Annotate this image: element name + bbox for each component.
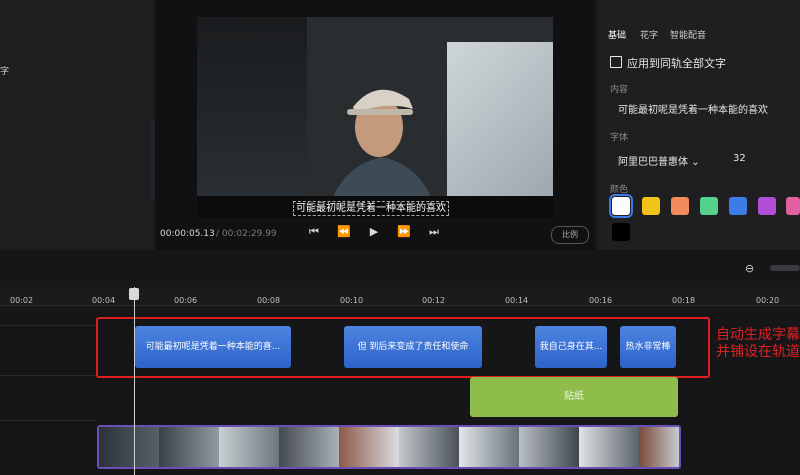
- zoom-slider[interactable]: [770, 265, 800, 271]
- person-image: [327, 89, 437, 217]
- track-divider: [0, 375, 97, 376]
- color-swatch-yellow[interactable]: [642, 197, 660, 215]
- content-label: 内容: [610, 85, 629, 95]
- color-swatch-blue[interactable]: [729, 197, 747, 215]
- tab-fancy-text[interactable]: 花字: [640, 28, 658, 41]
- video-thumbnail: [279, 427, 339, 467]
- video-thumbnail: [639, 427, 679, 467]
- ruler-tick: 00:08: [257, 296, 281, 305]
- left-panel: 字: [0, 0, 155, 250]
- video-thumbnail: [219, 427, 279, 467]
- highlight-box: [96, 317, 710, 378]
- ruler-tick: 00:02: [10, 296, 34, 305]
- color-swatch-purple[interactable]: [758, 197, 776, 215]
- ruler-tick: 00:06: [174, 296, 198, 305]
- video-thumbnail: [99, 427, 159, 467]
- apply-all-checkbox[interactable]: [610, 56, 622, 68]
- ruler-tick: 00:20: [756, 296, 780, 305]
- chevron-down-icon: ⌄: [691, 157, 700, 168]
- ruler-tick: 00:04: [92, 296, 116, 305]
- color-swatch-white[interactable]: [609, 194, 633, 218]
- video-thumbnail: [459, 427, 519, 467]
- content-input[interactable]: 可能最初呢是凭着一种本能的喜欢: [618, 101, 768, 116]
- total-time: / 00:02:29.99: [216, 229, 277, 239]
- color-swatch-green[interactable]: [700, 197, 718, 215]
- ruler-tick: 00:10: [340, 296, 364, 305]
- track-divider: [0, 325, 97, 326]
- color-swatch-pink[interactable]: [786, 197, 800, 215]
- next-frame-icon[interactable]: ⏭: [427, 224, 441, 240]
- apply-all-label: 应用到同轨全部文字: [627, 57, 726, 70]
- color-label: 颜色: [610, 185, 629, 195]
- video-clip[interactable]: [97, 425, 681, 469]
- current-time: 00:00:05.13: [160, 229, 215, 239]
- left-panel-text: 字: [0, 67, 10, 77]
- ratio-button[interactable]: 比例: [551, 226, 589, 244]
- ruler-tick: 00:12: [422, 296, 446, 305]
- ruler-tick: 00:18: [672, 296, 696, 305]
- video-thumbnail: [519, 427, 579, 467]
- font-select-value: 阿里巴巴普惠体: [618, 157, 688, 168]
- video-thumbnail: [339, 427, 399, 467]
- ruler-tick: 00:16: [589, 296, 613, 305]
- tab-basic[interactable]: 基础: [608, 28, 626, 41]
- video-frame: [197, 17, 553, 217]
- ruler-tick: 00:14: [505, 296, 529, 305]
- fast-forward-icon[interactable]: ⏩: [397, 224, 411, 240]
- video-thumbnail: [399, 427, 459, 467]
- zoom-out-icon[interactable]: ⊖: [745, 262, 757, 275]
- rewind-icon[interactable]: ⏪: [337, 224, 351, 240]
- font-label: 字体: [610, 133, 629, 143]
- track-divider: [0, 420, 97, 421]
- play-icon[interactable]: ▶: [367, 224, 381, 240]
- playhead-handle[interactable]: [129, 288, 139, 300]
- prev-frame-icon[interactable]: ⏮: [307, 224, 321, 240]
- video-background-right: [447, 42, 553, 217]
- playhead-line[interactable]: [134, 287, 135, 475]
- annotation-line-2: 并铺设在轨道: [716, 344, 800, 360]
- tab-smart-voice[interactable]: 智能配音: [670, 28, 706, 41]
- sticker-clip[interactable]: 贴纸: [470, 377, 678, 417]
- color-swatch-black[interactable]: [612, 223, 630, 241]
- subtitle-overlay[interactable]: 可能最初呢是凭着一种本能的喜欢: [293, 201, 449, 216]
- video-thumbnail: [579, 427, 639, 467]
- font-size-input[interactable]: 32: [733, 153, 746, 164]
- font-select[interactable]: 阿里巴巴普惠体 ⌄: [618, 153, 700, 168]
- video-thumbnail: [159, 427, 219, 467]
- video-background-left: [197, 17, 307, 217]
- color-swatch-orange[interactable]: [671, 197, 689, 215]
